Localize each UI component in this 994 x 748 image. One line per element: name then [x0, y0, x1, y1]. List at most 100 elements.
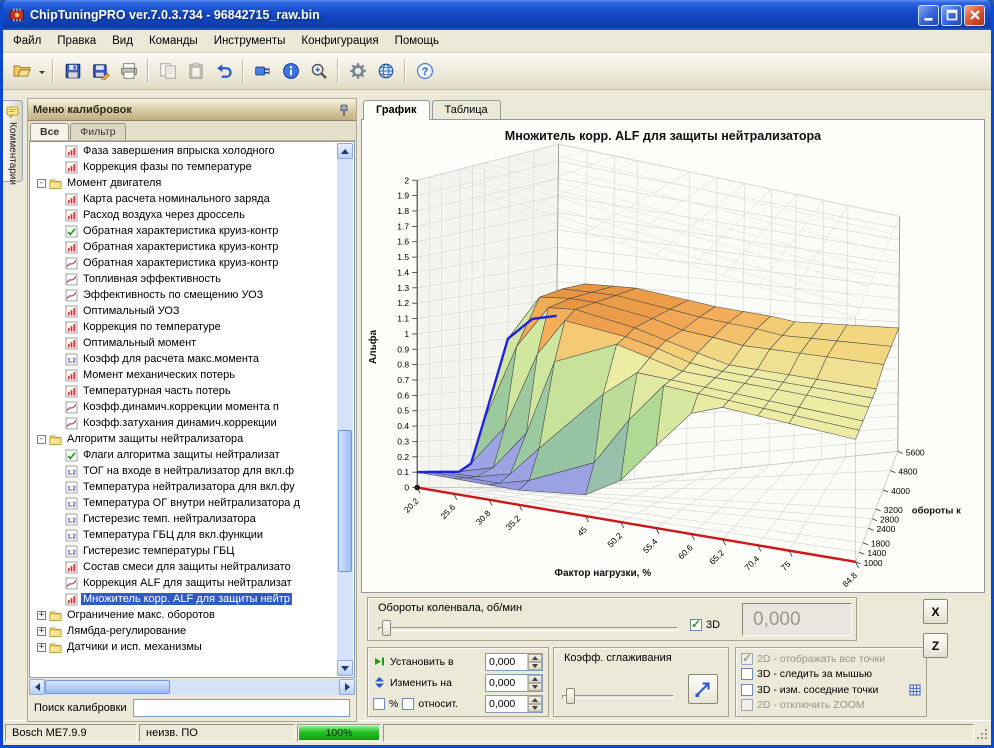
- tree-item[interactable]: Коррекция ALF для защиты нейтрализат: [31, 575, 337, 591]
- tree-item[interactable]: Коэфф.затухания динамич.коррекции: [31, 415, 337, 431]
- minimize-button[interactable]: [918, 5, 939, 26]
- scroll-left-button[interactable]: [29, 679, 45, 695]
- horizontal-scroll-thumb[interactable]: [45, 680, 170, 694]
- menu-помощь[interactable]: Помощь: [387, 32, 447, 50]
- set-value-spinner[interactable]: 0,000: [485, 653, 543, 671]
- save-file-button[interactable]: [59, 58, 86, 85]
- rpm-slider[interactable]: [378, 620, 678, 636]
- open-dropdown-arrow[interactable]: [36, 58, 47, 85]
- tree-item[interactable]: Обратная характеристика круиз-контр: [31, 255, 337, 271]
- tree-item[interactable]: Эффективность по смещению УОЗ: [31, 287, 337, 303]
- expand-toggle-icon[interactable]: +: [37, 611, 46, 620]
- relative-value-spinner[interactable]: 0,000: [485, 695, 543, 713]
- tree-vertical-scrollbar[interactable]: [337, 143, 353, 676]
- tree-item[interactable]: Флаги алгоритма защиты нейтрализат: [31, 447, 337, 463]
- tree-item[interactable]: Оптимальный УОЗ: [31, 303, 337, 319]
- tree-item[interactable]: Топливная эффективность: [31, 271, 337, 287]
- vertical-scroll-thumb[interactable]: [338, 430, 352, 572]
- menu-вид[interactable]: Вид: [104, 32, 141, 50]
- tree-item[interactable]: 1.2Температура нейтрализатора для вкл.фу: [31, 479, 337, 495]
- tree-item[interactable]: 1.2Гистерезис температуры ГБЦ: [31, 543, 337, 559]
- tree-item[interactable]: Момент механических потерь: [31, 367, 337, 383]
- tree-item[interactable]: -Алгоритм защиты нейтрализатора: [31, 431, 337, 447]
- expand-toggle-icon[interactable]: +: [37, 627, 46, 636]
- connect-device-button[interactable]: [249, 58, 276, 85]
- filter-tab-фильтр[interactable]: Фильтр: [70, 123, 125, 140]
- smoothing-slider-thumb[interactable]: [566, 688, 575, 704]
- tree-item-label: Лямбда-регулирование: [65, 625, 188, 637]
- tree-item[interactable]: 1.2ТОГ на входе в нейтрализатор для вкл.…: [31, 463, 337, 479]
- tree-item[interactable]: Обратная характеристика круиз-контр: [31, 239, 337, 255]
- relative-checkbox[interactable]: относит.: [402, 698, 458, 710]
- tree-item[interactable]: Фаза завершения впрыска холодного: [31, 143, 337, 159]
- tree-item[interactable]: Коэфф.динамич.коррекции момента п: [31, 399, 337, 415]
- maximize-button[interactable]: [941, 5, 962, 26]
- online-button[interactable]: [372, 58, 399, 85]
- smoothing-slider[interactable]: [562, 688, 674, 704]
- close-button[interactable]: [964, 5, 985, 26]
- menu-инструменты[interactable]: Инструменты: [206, 32, 294, 50]
- spin-up[interactable]: [528, 696, 542, 704]
- spin-down[interactable]: [528, 704, 542, 712]
- spin-up[interactable]: [528, 654, 542, 662]
- calibration-search-input[interactable]: [133, 699, 350, 717]
- scroll-up-button[interactable]: [337, 143, 353, 159]
- z-axis-button[interactable]: Z: [923, 633, 948, 658]
- tree-item[interactable]: Карта расчета номинального заряда: [31, 191, 337, 207]
- percent-checkbox[interactable]: %: [373, 698, 398, 710]
- zoom-button[interactable]: [305, 58, 332, 85]
- spin-down[interactable]: [528, 662, 542, 670]
- change-value-spinner[interactable]: 0,000: [485, 674, 543, 692]
- view-tab-таблица[interactable]: Таблица: [432, 100, 501, 119]
- filter-tab-все[interactable]: Все: [30, 123, 69, 140]
- collapse-toggle-icon[interactable]: -: [37, 179, 46, 188]
- tree-item[interactable]: Температурная часть потерь: [31, 383, 337, 399]
- tree-item[interactable]: + Лямбда-регулирование: [31, 623, 337, 639]
- help-button[interactable]: ?: [411, 58, 438, 85]
- scroll-down-button[interactable]: [337, 660, 353, 676]
- tree-item[interactable]: 1.2Коэфф для расчета макс.момента: [31, 351, 337, 367]
- save-as-button[interactable]: [87, 58, 114, 85]
- surface-chart[interactable]: 00.10.20.30.40.50.60.70.80.911.11.21.31.…: [362, 120, 984, 592]
- tree-item[interactable]: Коррекция по температуре: [31, 319, 337, 335]
- view-option-checkbox-1[interactable]: 3D - следить за мышью: [741, 668, 872, 680]
- tree-item[interactable]: -Момент двигателя: [31, 175, 337, 191]
- resize-grip[interactable]: [976, 725, 989, 741]
- spin-up[interactable]: [528, 675, 542, 683]
- tree-item[interactable]: Оптимальный момент: [31, 335, 337, 351]
- tree-item[interactable]: +Датчики и исп. механизмы: [31, 639, 337, 655]
- tree-item[interactable]: 1.2Температура ГБЦ для вкл.функции: [31, 527, 337, 543]
- menu-команды[interactable]: Команды: [141, 32, 206, 50]
- tree-item[interactable]: Расход воздуха через дроссель: [31, 207, 337, 223]
- tree-item[interactable]: 1.2Температура ОГ внутри нейтрализатора …: [31, 495, 337, 511]
- apply-smoothing-button[interactable]: [688, 674, 718, 704]
- menu-конфигурация[interactable]: Конфигурация: [293, 32, 386, 50]
- info-button[interactable]: [277, 58, 304, 85]
- 3d-checkbox[interactable]: 3D: [690, 619, 720, 631]
- collapse-toggle-icon[interactable]: -: [37, 435, 46, 444]
- expand-toggle-icon[interactable]: +: [37, 643, 46, 652]
- pin-icon[interactable]: [337, 103, 351, 117]
- tree-item[interactable]: Коррекция фазы по температуре: [31, 159, 337, 175]
- undo-button[interactable]: [210, 58, 237, 85]
- scroll-right-button[interactable]: [339, 679, 355, 695]
- tree-item[interactable]: Обратная характеристика круиз-контр: [31, 223, 337, 239]
- menu-правка[interactable]: Правка: [49, 32, 104, 50]
- comments-tab[interactable]: Комментарии: [3, 100, 23, 182]
- tree-horizontal-scrollbar[interactable]: [29, 679, 355, 695]
- grid-icon[interactable]: [909, 684, 921, 696]
- rpm-slider-thumb[interactable]: [382, 620, 391, 636]
- tree-item[interactable]: Состав смеси для защиты нейтрализато: [31, 559, 337, 575]
- tree-item[interactable]: +Ограничение макс. оборотов: [31, 607, 337, 623]
- open-file-button[interactable]: [8, 58, 35, 85]
- x-axis-button[interactable]: X: [923, 599, 948, 624]
- view-option-checkbox-2[interactable]: 3D - изм. соседние точки: [741, 684, 878, 696]
- tree-item[interactable]: Множитель корр. ALF для защиты нейтр: [31, 591, 337, 607]
- title-bar[interactable]: ChipTuningPRO ver.7.0.3.734 - 96842715_r…: [3, 0, 991, 30]
- view-tab-график[interactable]: График: [363, 100, 430, 120]
- print-button[interactable]: [115, 58, 142, 85]
- spin-down[interactable]: [528, 683, 542, 691]
- tree-item[interactable]: 1.2Гистерезис темп. нейтрализатора: [31, 511, 337, 527]
- settings-button[interactable]: [344, 58, 371, 85]
- menu-файл[interactable]: Файл: [5, 32, 49, 50]
